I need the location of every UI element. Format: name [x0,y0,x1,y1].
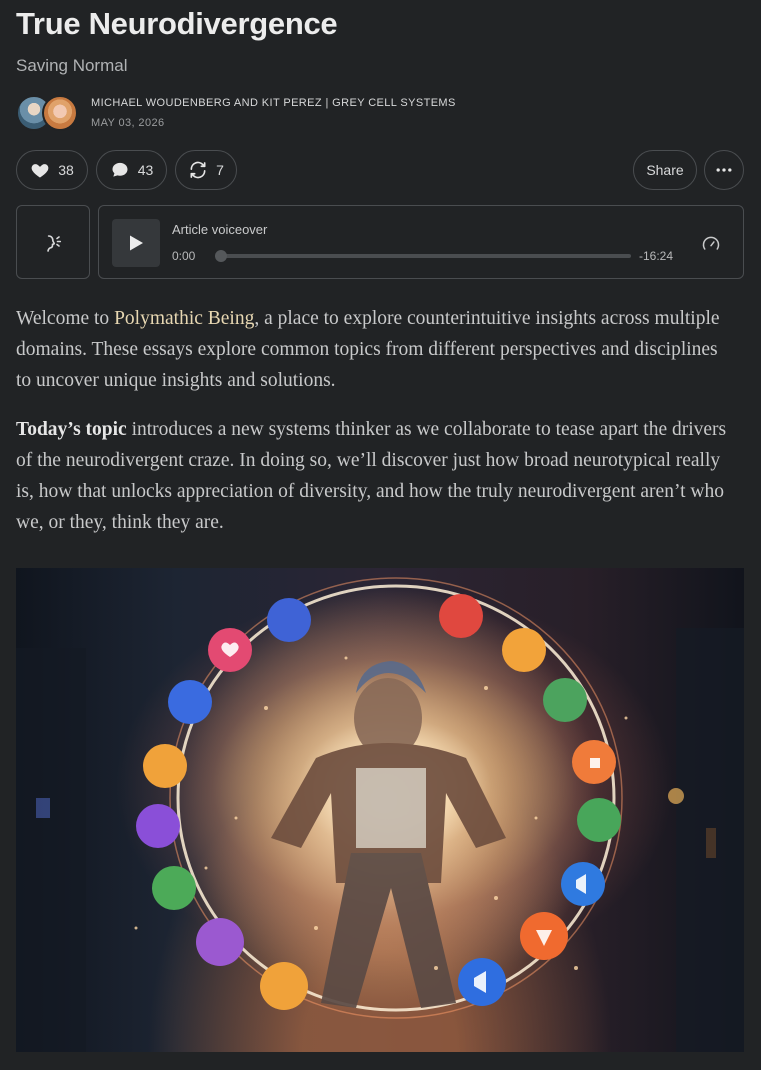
intro-text-prefix: Welcome to [16,308,115,329]
publication-link[interactable]: Polymathic Being [114,308,254,329]
comment-button[interactable]: 43 [96,150,167,190]
post-subtitle: Saving Normal [16,56,128,75]
author-avatars[interactable] [16,95,80,133]
more-options-button[interactable] [704,150,744,190]
speech-bubble-icon [112,162,128,177]
avatar[interactable] [42,95,78,131]
post-date: MAY 03, 2026 [91,117,165,129]
speedometer-icon[interactable] [701,234,721,254]
like-count: 38 [58,162,74,178]
play-button[interactable] [112,219,160,267]
comment-count: 43 [137,162,154,178]
hero-image[interactable] [16,568,744,1052]
current-time: 0:00 [172,249,196,263]
topic-heading: Today’s topic [16,419,127,440]
hero-illustration [16,577,744,1052]
share-button[interactable]: Share [633,150,697,190]
progress-knob[interactable] [215,250,227,262]
restack-button[interactable]: 7 [175,150,237,190]
remaining-time: -16:24 [639,249,674,263]
post-title: True Neurodivergence [16,6,338,41]
progress-track[interactable] [217,254,631,258]
share-label: Share [646,162,684,178]
like-button[interactable]: 38 [16,150,88,190]
ellipsis-icon [716,168,732,172]
restack-icon [190,161,206,179]
restack-count: 7 [216,162,224,178]
voice-reader-button[interactable] [16,205,90,279]
voiceover-player: Article voiceover 0:00 -16:24 [98,205,744,279]
speaking-head-icon [47,235,62,252]
topic-paragraph: Today’s topic introduces a new systems t… [16,414,736,538]
intro-paragraph: Welcome to Polymathic Being, a place to … [16,303,736,396]
voiceover-label: Article voiceover [172,222,268,237]
heart-icon [31,164,49,178]
play-icon [130,235,143,251]
byline-authors[interactable]: MICHAEL WOUDENBERG AND KIT PEREZ | GREY … [91,97,456,109]
